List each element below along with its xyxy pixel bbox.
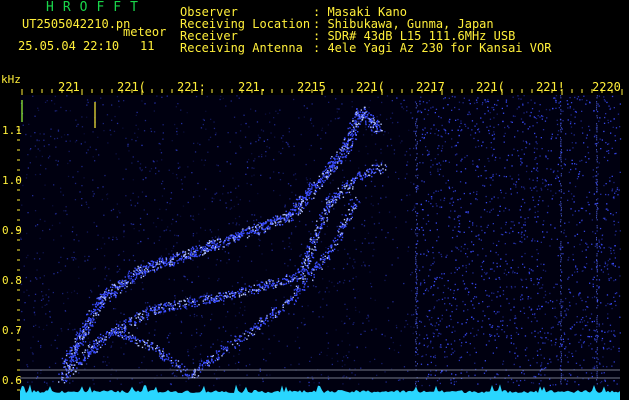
- y-label-0-9: 0.9: [2, 224, 22, 237]
- spectrogram-background: [20, 95, 620, 395]
- y-label-0-6: 0.6: [2, 374, 22, 387]
- y-label-0-7: 0.7: [2, 324, 22, 337]
- y-axis-unit: kHz: [1, 73, 21, 86]
- x-label-2219: 221!: [536, 80, 565, 94]
- y-label-1-0: 1.0: [2, 174, 22, 187]
- y-label-0-8: 0.8: [2, 274, 22, 287]
- x-label-2215: 2215: [297, 80, 326, 94]
- y-label-1-1: 1.1: [2, 124, 22, 137]
- x-label-2213: 221:: [177, 80, 206, 94]
- x-label-2212: 221(: [117, 80, 146, 94]
- x-label-2214: 221.: [238, 80, 267, 94]
- x-label-2220: 2220: [592, 80, 621, 94]
- x-label-2216: 221(: [356, 80, 385, 94]
- x-label-2217: 2217: [416, 80, 445, 94]
- x-label-2211: 221: [58, 80, 80, 94]
- x-label-2218: 221(: [476, 80, 505, 94]
- spectrogram: [17, 89, 623, 400]
